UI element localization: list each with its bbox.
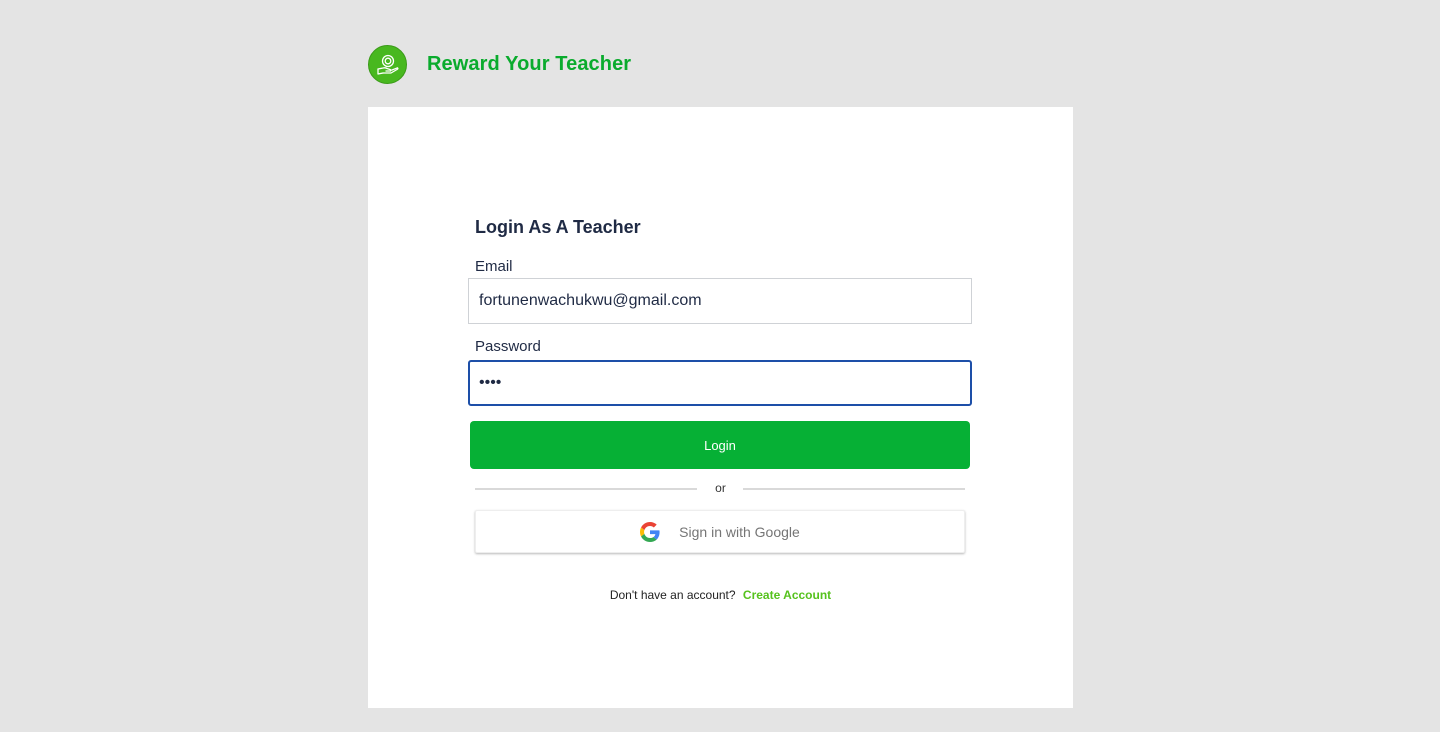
password-label: Password (475, 338, 541, 355)
signup-row: Don't have an account? Create Account (368, 588, 1073, 602)
email-field[interactable] (468, 278, 972, 324)
create-account-link[interactable]: Create Account (743, 588, 831, 602)
login-button[interactable]: Login (470, 421, 970, 469)
divider-or: or (715, 481, 726, 495)
brand-header: Reward Your Teacher (368, 45, 631, 84)
hand-coin-icon (368, 45, 407, 84)
google-signin-button[interactable]: Sign in with Google (475, 510, 965, 553)
brand-name: Reward Your Teacher (427, 53, 632, 75)
email-label: Email (475, 258, 513, 275)
login-card: Login As A Teacher Email Password Login … (368, 107, 1073, 708)
divider-line-left (475, 488, 697, 490)
signup-prompt: Don't have an account? (609, 588, 736, 602)
divider-line-right (743, 488, 965, 490)
form-title: Login As A Teacher (475, 217, 641, 237)
google-signin-label: Sign in with Google (679, 523, 800, 540)
password-field[interactable] (468, 360, 972, 406)
google-icon (640, 521, 660, 542)
